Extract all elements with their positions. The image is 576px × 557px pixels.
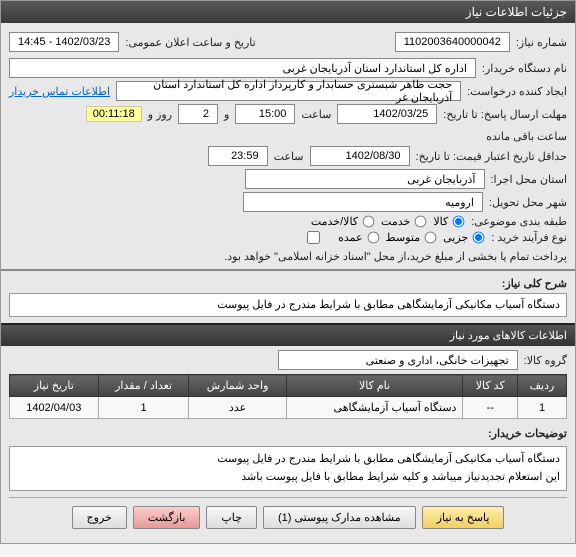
province-value: آذربایجان غربی <box>245 169 485 189</box>
radio-partial-input[interactable] <box>473 232 485 244</box>
buyer-notes-box: دستگاه آسیاب مکانیکی آزمایشگاهی مطابق با… <box>9 446 567 491</box>
label-va: و <box>224 108 229 121</box>
label-province: استان محل اجرا: <box>491 173 568 186</box>
th-unit: واحد شمارش <box>189 375 286 397</box>
radio-kala-khedmat[interactable]: کالا/خدمت <box>311 215 375 228</box>
attachments-button[interactable]: مشاهده مدارک پیوستی (1) <box>263 506 416 529</box>
radio-kala[interactable]: کالا <box>433 215 465 228</box>
th-name: نام کالا <box>286 375 463 397</box>
th-qty: تعداد / مقدار <box>98 375 189 397</box>
items-table: ردیف کد کالا نام کالا واحد شمارش تعداد /… <box>9 374 567 419</box>
deadline-date: 1402/03/25 <box>337 104 437 124</box>
radio-medium-label: متوسط <box>386 231 421 244</box>
deadline-time: 15:00 <box>235 104 295 124</box>
table-header-row: ردیف کد کالا نام کالا واحد شمارش تعداد /… <box>10 375 567 397</box>
cell-qty: 1 <box>98 397 189 419</box>
cell-name: دستگاه آسیاب آزمایشگاهی <box>286 397 463 419</box>
back-button[interactable]: بازگشت <box>133 506 201 529</box>
radio-major-input[interactable] <box>367 232 379 244</box>
separator <box>1 269 575 271</box>
validity-time: 23:59 <box>208 146 268 166</box>
print-button[interactable]: چاپ <box>206 506 257 529</box>
remaining-days: 2 <box>178 104 218 124</box>
radio-partial[interactable]: جزیی <box>443 231 485 244</box>
label-purchase-type: نوع فرآیند خرید : <box>491 231 567 244</box>
title-bar: جزئیات اطلاعات نیاز <box>1 1 575 23</box>
cell-code: -- <box>463 397 518 419</box>
window-title: جزئیات اطلاعات نیاز <box>466 5 567 19</box>
radio-medium[interactable]: متوسط <box>386 231 438 244</box>
label-item-group: گروه کالا: <box>524 354 567 367</box>
radio-khedmat[interactable]: خدمت <box>381 215 427 228</box>
req-no-value: 1102003640000042 <box>395 32 510 52</box>
remaining-time: 00:11:18 <box>86 106 142 122</box>
announce-date-value: 1402/03/23 - 14:45 <box>9 32 119 52</box>
radio-kala-label: کالا <box>433 215 448 228</box>
validity-date: 1402/08/30 <box>310 146 410 166</box>
cell-row: 1 <box>518 397 567 419</box>
city-value: ارومیه <box>243 192 483 212</box>
radio-major-label: عمده <box>338 231 362 244</box>
cell-date: 1402/04/03 <box>10 397 99 419</box>
item-group-value: تجهیزات خانگی، اداری و صنعتی <box>278 350 518 370</box>
radio-kala-input[interactable] <box>453 216 465 228</box>
label-validity: حداقل تاریخ اعتبار قیمت: تا تاریخ: <box>416 150 567 163</box>
radio-khedmat-label: خدمت <box>381 215 410 228</box>
payment-note: پرداخت تمام یا بخشی از مبلغ خرید،از محل … <box>224 250 567 263</box>
label-deadline: مهلت ارسال پاسخ: تا تاریخ: <box>443 108 567 121</box>
label-category: طبقه بندی موضوعی: <box>471 215 567 228</box>
radio-kala-khedmat-input[interactable] <box>363 216 375 228</box>
respond-button[interactable]: پاسخ به نیاز <box>422 506 505 529</box>
label-buyer-name: نام دستگاه خریدار: <box>482 62 567 75</box>
label-saat2: ساعت <box>274 150 304 163</box>
label-rooz-va: روز و <box>148 108 172 121</box>
label-announce-date: تاریخ و ساعت اعلان عمومی: <box>125 36 255 49</box>
contact-info-link[interactable]: اطلاعات تماس خریدار <box>9 85 110 98</box>
label-city: شهر محل تحویل: <box>489 196 567 209</box>
label-general-desc: شرح کلی نیاز: <box>502 277 567 290</box>
cell-unit: عدد <box>189 397 286 419</box>
general-desc-box: دستگاه آسیاب مکانیکی آزمایشگاهی مطابق با… <box>9 293 567 317</box>
section-items-title: اطلاعات کالاهای مورد نیاز <box>1 323 575 346</box>
radio-partial-label: جزیی <box>443 231 468 244</box>
radio-khedmat-input[interactable] <box>415 216 427 228</box>
requester-value: حجت ظاهر شبستری حسابدار و کارپرداز اداره… <box>116 81 461 101</box>
th-date: تاریخ نیاز <box>10 375 99 397</box>
exit-button[interactable]: خروج <box>72 506 127 529</box>
label-buyer-notes: توضیحات خریدار: <box>488 427 567 440</box>
th-row: ردیف <box>518 375 567 397</box>
radio-kala-khedmat-label: کالا/خدمت <box>311 215 358 228</box>
label-remaining: ساعت باقی مانده <box>486 130 567 143</box>
radio-medium-input[interactable] <box>425 232 437 244</box>
payment-checkbox[interactable] <box>307 231 320 244</box>
main-content: شماره نیاز: 1102003640000042 تاریخ و ساع… <box>1 23 575 543</box>
th-code: کد کالا <box>463 375 518 397</box>
label-saat1: ساعت <box>301 108 331 121</box>
button-bar: پاسخ به نیاز مشاهده مدارک پیوستی (1) چاپ… <box>9 497 567 537</box>
label-requester: ایجاد کننده درخواست: <box>467 85 567 98</box>
window: جزئیات اطلاعات نیاز شماره نیاز: 11020036… <box>0 0 576 544</box>
buyer-name-value: اداره کل استاندارد استان آذربایجان غربی <box>9 58 476 78</box>
table-row[interactable]: 1 -- دستگاه آسیاب آزمایشگاهی عدد 1 1402/… <box>10 397 567 419</box>
label-req-no: شماره نیاز: <box>516 36 567 49</box>
radio-major[interactable]: عمده <box>338 231 379 244</box>
